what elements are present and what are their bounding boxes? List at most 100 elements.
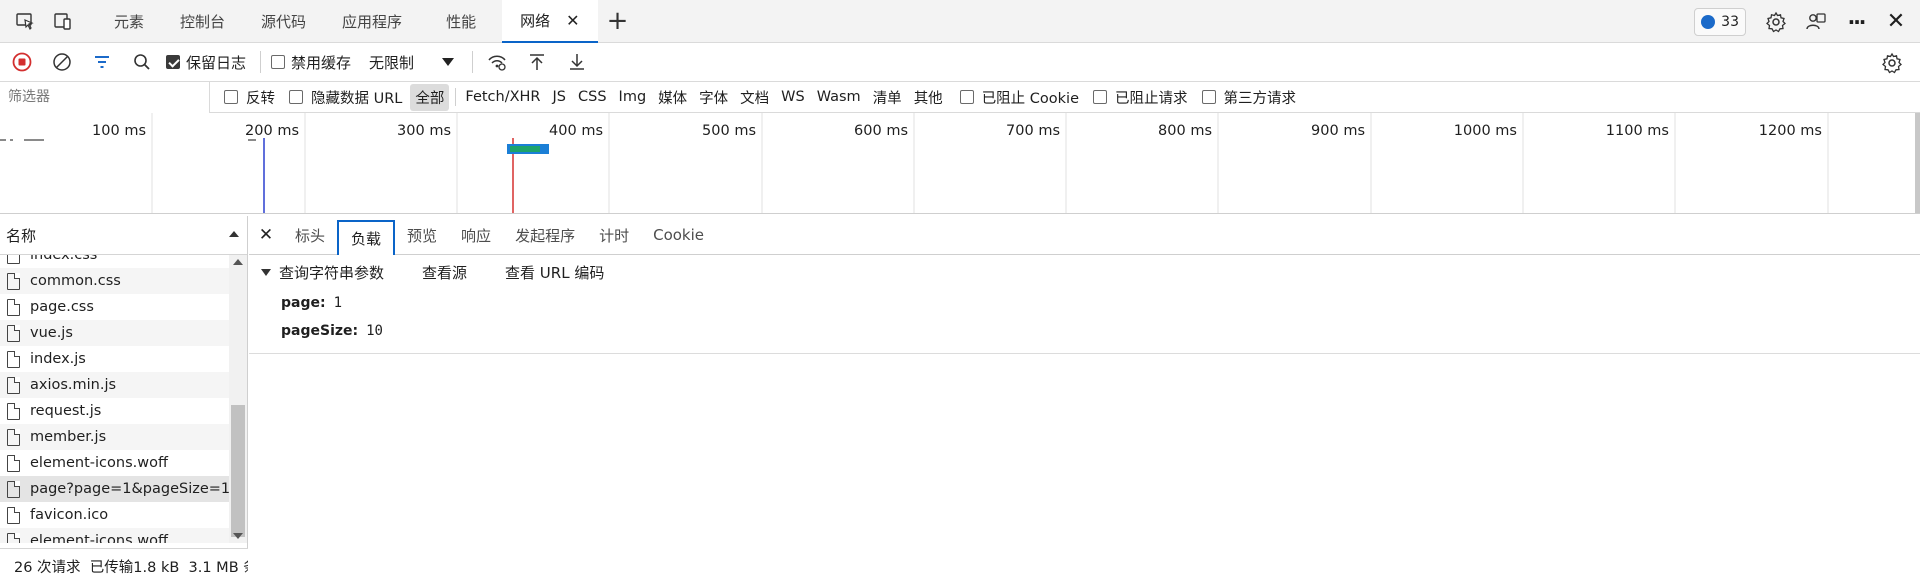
add-tab-icon[interactable]: + (598, 0, 638, 43)
more-options-icon[interactable]: ··· (1836, 0, 1876, 43)
request-name: element-icons.woff (30, 455, 168, 471)
checkbox-box[interactable] (1201, 90, 1216, 104)
scroll-down-arrow-icon[interactable] (233, 533, 243, 539)
request-row[interactable]: element-icons.woff (0, 450, 229, 476)
export-har-icon[interactable] (557, 43, 597, 82)
tab-elements[interactable]: 元素 (96, 0, 162, 43)
tab-performance[interactable]: 性能 (420, 0, 502, 43)
filter-type-fetch-xhr[interactable]: Fetch/XHR (460, 86, 545, 108)
request-row[interactable]: index.css (0, 255, 229, 268)
checkbox-box[interactable] (224, 90, 238, 104)
throttling-select[interactable]: 无限制 (361, 48, 462, 76)
request-detail-pane: ✕ 标头 负载 预览 响应 发起程序 计时 Cookie 查询字符串参数 查看源… (249, 216, 1920, 583)
filter-type-img[interactable]: Img (614, 86, 652, 108)
hide-data-url-checkbox[interactable]: 隐藏数据 URL (289, 87, 402, 108)
hide-data-url-label: 隐藏数据 URL (311, 90, 403, 107)
checkbox-box[interactable] (166, 55, 180, 69)
close-detail-icon[interactable]: ✕ (249, 225, 283, 245)
device-emulation-icon[interactable] (44, 0, 82, 43)
filter-type-js[interactable]: JS (548, 86, 571, 108)
request-row[interactable]: page.css (0, 294, 229, 320)
customize-people-icon[interactable] (1796, 0, 1836, 43)
query-string-header[interactable]: 查询字符串参数 查看源 查看 URL 编码 (249, 255, 1920, 289)
overview-request-bar (0, 139, 6, 141)
name-column-header[interactable]: 名称 (0, 216, 247, 255)
filter-type-wasm[interactable]: Wasm (812, 86, 866, 108)
overview-request-bar (24, 139, 44, 141)
request-row[interactable]: element-icons.woff (0, 528, 229, 543)
view-url-encoded-link[interactable]: 查看 URL 编码 (505, 262, 604, 283)
request-row[interactable]: common.css (0, 268, 229, 294)
request-row[interactable]: index.js (0, 346, 229, 372)
filter-type-font[interactable]: 字体 (694, 84, 733, 111)
tab-cookies[interactable]: Cookie (641, 216, 716, 255)
record-stop-icon[interactable] (2, 43, 42, 82)
filter-type-css[interactable]: CSS (573, 86, 612, 108)
tab-initiator[interactable]: 发起程序 (503, 216, 587, 255)
tab-console[interactable]: 控制台 (162, 0, 243, 43)
detail-tabs: ✕ 标头 负载 预览 响应 发起程序 计时 Cookie (249, 216, 1920, 255)
import-har-icon[interactable] (517, 43, 557, 82)
tab-application[interactable]: 应用程序 (324, 0, 420, 43)
request-row[interactable]: page?page=1&pageSize=10 (0, 476, 229, 502)
request-row[interactable]: axios.min.js (0, 372, 229, 398)
scrollbar-thumb[interactable] (231, 405, 245, 537)
checkbox-box[interactable] (959, 90, 974, 104)
network-settings-gear-icon[interactable] (1872, 43, 1912, 82)
invert-checkbox[interactable]: 反转 (224, 87, 275, 108)
filter-type-ws[interactable]: WS (776, 86, 810, 108)
param-key: page: (281, 295, 326, 311)
summary-status-bar: 26 次请求 已传输1.8 kB 3.1 MB 条 (0, 548, 248, 583)
request-row[interactable]: member.js (0, 424, 229, 450)
view-source-link[interactable]: 查看源 (422, 262, 467, 283)
filter-type-manifest[interactable]: 清单 (868, 84, 907, 111)
blocked-cookies-checkbox[interactable]: 已阻止 Cookie (959, 87, 1079, 108)
tab-timing[interactable]: 计时 (587, 216, 641, 255)
tab-payload[interactable]: 负载 (337, 219, 396, 255)
close-devtools-icon[interactable]: ✕ (1876, 0, 1916, 43)
request-row[interactable]: favicon.ico (0, 502, 229, 528)
tab-network[interactable]: 网络 ✕ (502, 0, 598, 43)
filter-type-media[interactable]: 媒体 (653, 84, 692, 111)
network-conditions-icon[interactable] (477, 43, 517, 82)
third-party-checkbox[interactable]: 第三方请求 (1201, 87, 1296, 108)
tab-response[interactable]: 响应 (449, 216, 503, 255)
filter-icon[interactable] (82, 43, 122, 82)
overview-scrollbar[interactable] (1915, 113, 1920, 213)
tab-preview[interactable]: 预览 (395, 216, 449, 255)
filter-bar: 反转 隐藏数据 URL 全部 Fetch/XHR JS CSS Img 媒体 字… (0, 81, 1920, 113)
issues-badge[interactable]: 33 (1694, 7, 1746, 36)
blocked-requests-checkbox[interactable]: 已阻止请求 (1093, 87, 1188, 108)
checkbox-box[interactable] (1093, 90, 1108, 104)
request-name: vue.js (30, 325, 73, 341)
filter-input[interactable] (0, 81, 210, 113)
name-header-label: 名称 (6, 226, 37, 245)
filter-type-all[interactable]: 全部 (410, 83, 450, 111)
request-row[interactable]: vue.js (0, 320, 229, 346)
network-toolbar: 保留日志 禁用缓存 无限制 (0, 43, 1920, 82)
network-overview-timeline[interactable]: 100 ms 200 ms 300 ms 400 ms 500 ms 600 ms 700 … (0, 113, 1920, 214)
search-icon[interactable] (122, 43, 162, 82)
query-string-section: 查询字符串参数 查看源 查看 URL 编码 page: 1 pageSize: … (249, 255, 1920, 354)
file-icon (7, 350, 20, 368)
settings-gear-icon[interactable] (1756, 0, 1796, 43)
scroll-up-arrow-icon[interactable] (233, 259, 243, 265)
inspect-element-icon[interactable] (6, 0, 44, 43)
clear-icon[interactable] (42, 43, 82, 82)
filter-type-other[interactable]: 其他 (909, 84, 948, 111)
request-list-scrollbar[interactable] (229, 255, 247, 543)
request-name: page?page=1&pageSize=10 (30, 481, 229, 497)
preserve-log-checkbox[interactable]: 保留日志 (166, 52, 246, 73)
disable-cache-checkbox[interactable]: 禁用缓存 (271, 52, 351, 73)
request-row[interactable]: request.js (0, 398, 229, 424)
tab-sources[interactable]: 源代码 (243, 0, 324, 43)
close-tab-icon[interactable]: ✕ (566, 11, 579, 30)
expand-triangle-icon[interactable] (261, 268, 271, 276)
request-name: member.js (30, 429, 107, 445)
checkbox-box[interactable] (289, 90, 303, 104)
filter-type-doc[interactable]: 文档 (735, 84, 774, 111)
param-key: pageSize: (281, 323, 359, 339)
tab-headers[interactable]: 标头 (283, 216, 337, 255)
checkbox-box[interactable] (271, 55, 286, 69)
overview-tick-label: 1000 ms (1454, 123, 1517, 139)
